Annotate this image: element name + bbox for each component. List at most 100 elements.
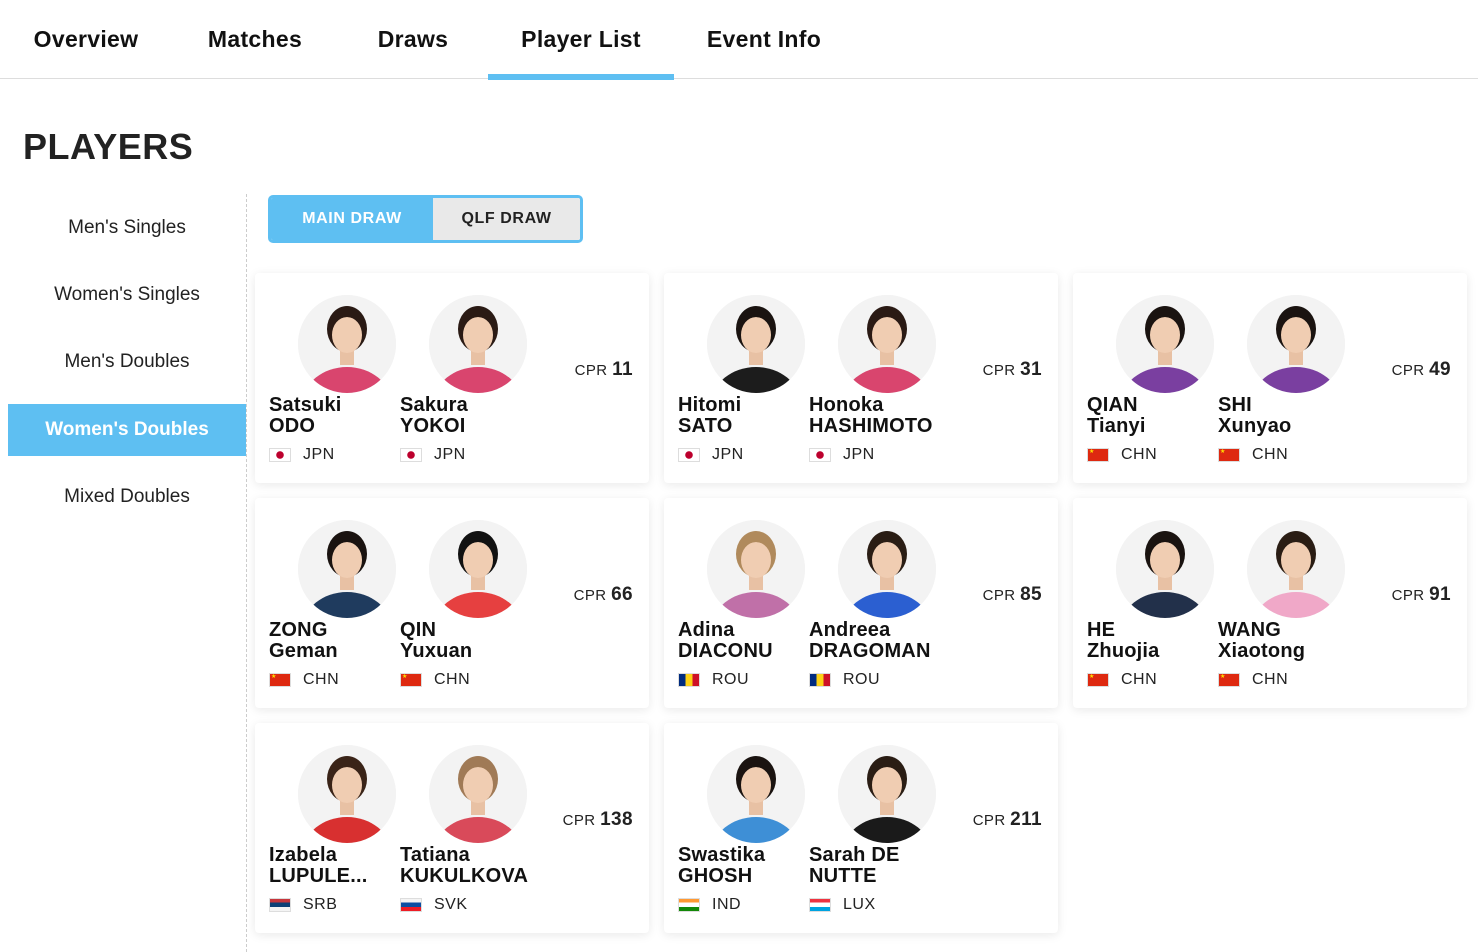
tab-event-info[interactable]: Event Info <box>700 0 828 79</box>
sidebar-item-mens-doubles[interactable]: Men's Doubles <box>8 336 246 388</box>
flag-icon <box>809 673 843 687</box>
player-name: ZONG Geman <box>269 620 399 662</box>
player-photo <box>1247 520 1345 618</box>
pair-card[interactable]: Satsuki ODO JPN Sakura YOKOI JPN CPR 11 <box>255 273 649 483</box>
player-first-name: QIAN <box>1087 395 1138 416</box>
flag-icon <box>678 448 712 462</box>
player-country: JPN <box>809 446 875 464</box>
pair-card[interactable]: ZONG Geman ★ CHN QIN Yuxuan ★ CHN CPR 66 <box>255 498 649 708</box>
player-last-name: NUTTE <box>809 866 877 887</box>
player-last-name: DIACONU <box>678 641 773 662</box>
player-country: IND <box>678 896 741 914</box>
player-country: ROU <box>809 671 880 689</box>
sidebar-item-mens-singles[interactable]: Men's Singles <box>8 202 246 254</box>
country-code: ROU <box>843 671 881 688</box>
tab-overview[interactable]: Overview <box>26 0 146 79</box>
player-first-name: Tatiana <box>400 845 470 866</box>
player-last-name: ODO <box>269 416 316 437</box>
player-name: QIAN Tianyi <box>1087 395 1217 437</box>
cpr-value: 49 <box>1429 359 1451 380</box>
cpr-label: CPR <box>982 587 1016 604</box>
player-name: Honoka HASHIMOTO <box>809 395 939 437</box>
player-name: QIN Yuxuan <box>400 620 530 662</box>
cpr-ranking: CPR 85 <box>983 584 1042 606</box>
flag-icon <box>269 898 303 912</box>
cpr-label: CPR <box>562 812 596 829</box>
cpr-label: CPR <box>972 812 1006 829</box>
pair-card[interactable]: Izabela LUPULE... SRB Tatiana KUKULKOVA SVK CP… <box>255 723 649 933</box>
player-photo <box>1247 295 1345 393</box>
player-country: ★ CHN <box>269 671 339 689</box>
player-photo <box>429 520 527 618</box>
player-country: LUX <box>809 896 876 914</box>
player-last-name: Xiaotong <box>1218 641 1306 662</box>
player-country: ROU <box>678 671 749 689</box>
player-name: Adina DIACONU <box>678 620 808 662</box>
player-first-name: Sarah DE <box>809 845 900 866</box>
player-photo <box>838 520 936 618</box>
player-last-name: Zhuojia <box>1087 641 1160 662</box>
tab-matches[interactable]: Matches <box>196 0 314 79</box>
player-last-name: Geman <box>269 641 338 662</box>
player-country: ★ CHN <box>1087 446 1157 464</box>
player-last-name: HASHIMOTO <box>809 416 933 437</box>
sidebar-item-mixed-doubles[interactable]: Mixed Doubles <box>8 471 246 523</box>
pair-card[interactable]: Hitomi SATO JPN Honoka HASHIMOTO JPN CPR 31 <box>664 273 1058 483</box>
player-name: SHI Xunyao <box>1218 395 1348 437</box>
sidebar-item-womens-doubles[interactable]: Women's Doubles <box>8 404 246 456</box>
country-code: CHN <box>1252 671 1289 688</box>
cpr-value: 31 <box>1020 359 1042 380</box>
sidebar-item-womens-singles[interactable]: Women's Singles <box>8 269 246 321</box>
pair-card[interactable]: HE Zhuojia ★ CHN WANG Xiaotong ★ CHN CPR 91 <box>1073 498 1467 708</box>
player-first-name: Adina <box>678 620 735 641</box>
player-first-name: Hitomi <box>678 395 742 416</box>
player-first-name: WANG <box>1218 620 1282 641</box>
country-code: JPN <box>303 446 335 463</box>
player-last-name: SATO <box>678 416 733 437</box>
player-last-name: Xunyao <box>1218 416 1292 437</box>
player-photo <box>1116 520 1214 618</box>
tab-player-list[interactable]: Player List <box>488 0 674 80</box>
player-photo <box>838 745 936 843</box>
flag-icon: ★ <box>269 673 303 687</box>
pair-card[interactable]: Adina DIACONU ROU Andreea DRAGOMAN ROU CPR 85 <box>664 498 1058 708</box>
main-draw-button[interactable]: MAIN DRAW <box>271 198 433 240</box>
player-country: JPN <box>400 446 466 464</box>
player-first-name: QIN <box>400 620 437 641</box>
tab-draws[interactable]: Draws <box>366 0 460 79</box>
player-last-name: Yuxuan <box>400 641 473 662</box>
cpr-ranking: CPR 66 <box>574 584 633 606</box>
player-photo <box>298 295 396 393</box>
player-photo <box>1116 295 1214 393</box>
pair-card[interactable]: Swastika GHOSH IND Sarah DE NUTTE LUX CPR 211 <box>664 723 1058 933</box>
country-code: CHN <box>303 671 340 688</box>
cpr-label: CPR <box>982 362 1016 379</box>
cpr-value: 138 <box>600 809 633 830</box>
flag-icon: ★ <box>400 673 434 687</box>
cpr-label: CPR <box>1391 362 1425 379</box>
country-code: CHN <box>1121 446 1158 463</box>
country-code: CHN <box>1121 671 1158 688</box>
country-code: CHN <box>1252 446 1289 463</box>
country-code: CHN <box>434 671 471 688</box>
player-country: JPN <box>269 446 335 464</box>
flag-icon <box>400 448 434 462</box>
player-photo <box>298 745 396 843</box>
cpr-label: CPR <box>574 362 608 379</box>
player-photo <box>707 520 805 618</box>
player-last-name: LUPULE... <box>269 866 368 887</box>
player-name: Izabela LUPULE... <box>269 845 399 887</box>
player-name: Swastika GHOSH <box>678 845 808 887</box>
player-first-name: Swastika <box>678 845 766 866</box>
player-name: Sakura YOKOI <box>400 395 530 437</box>
cpr-value: 211 <box>1010 809 1042 830</box>
player-photo <box>707 295 805 393</box>
pair-card[interactable]: QIAN Tianyi ★ CHN SHI Xunyao ★ CHN CPR 49 <box>1073 273 1467 483</box>
player-photo <box>298 520 396 618</box>
flag-icon: ★ <box>1218 448 1252 462</box>
top-navigation: Overview Matches Draws Player List Event… <box>0 0 1478 80</box>
cpr-value: 11 <box>612 359 633 380</box>
flag-icon <box>400 898 434 912</box>
country-code: JPN <box>434 446 466 463</box>
qlf-draw-button[interactable]: QLF DRAW <box>433 198 580 240</box>
